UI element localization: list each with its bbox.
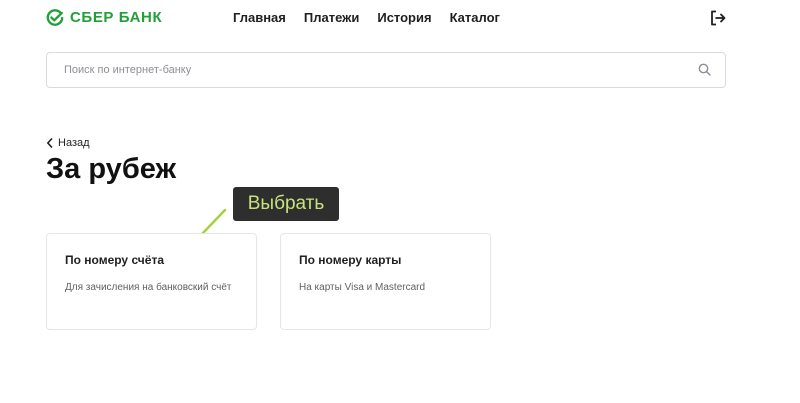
nav-item-catalog[interactable]: Каталог [450,9,500,27]
chevron-left-icon [47,138,53,148]
page-title: За рубеж [46,153,177,185]
card-description: Для зачисления на банковский счёт [65,282,232,293]
main-nav: Главная Платежи История Каталог [233,9,518,27]
option-card-account-number[interactable]: По номеру счёта Для зачисления на банков… [46,233,257,330]
header: СБЕР БАНК Главная Платежи История Катало… [0,0,800,36]
logo-text: СБЕР БАНК [70,9,163,26]
nav-item-history[interactable]: История [377,9,431,27]
card-description: На карты Visa и Mastercard [299,282,426,293]
nav-item-payments[interactable]: Платежи [304,9,359,27]
annotation-label: Выбрать [247,193,325,214]
nav-item-home[interactable]: Главная [233,9,286,27]
card-title: По номеру счёта [65,253,164,267]
back-label: Назад [58,137,90,149]
search-icon[interactable] [698,63,711,76]
back-link[interactable]: Назад [46,136,90,150]
search-bar [46,52,726,88]
sber-logo-icon [46,9,64,26]
annotation-tooltip: Выбрать [233,187,339,221]
search-input[interactable] [64,53,684,87]
sber-logo[interactable]: СБЕР БАНК [46,8,162,28]
card-title: По номеру карты [299,253,402,267]
option-card-card-number[interactable]: По номеру карты На карты Visa и Masterca… [280,233,491,330]
logout-icon[interactable] [709,9,727,27]
